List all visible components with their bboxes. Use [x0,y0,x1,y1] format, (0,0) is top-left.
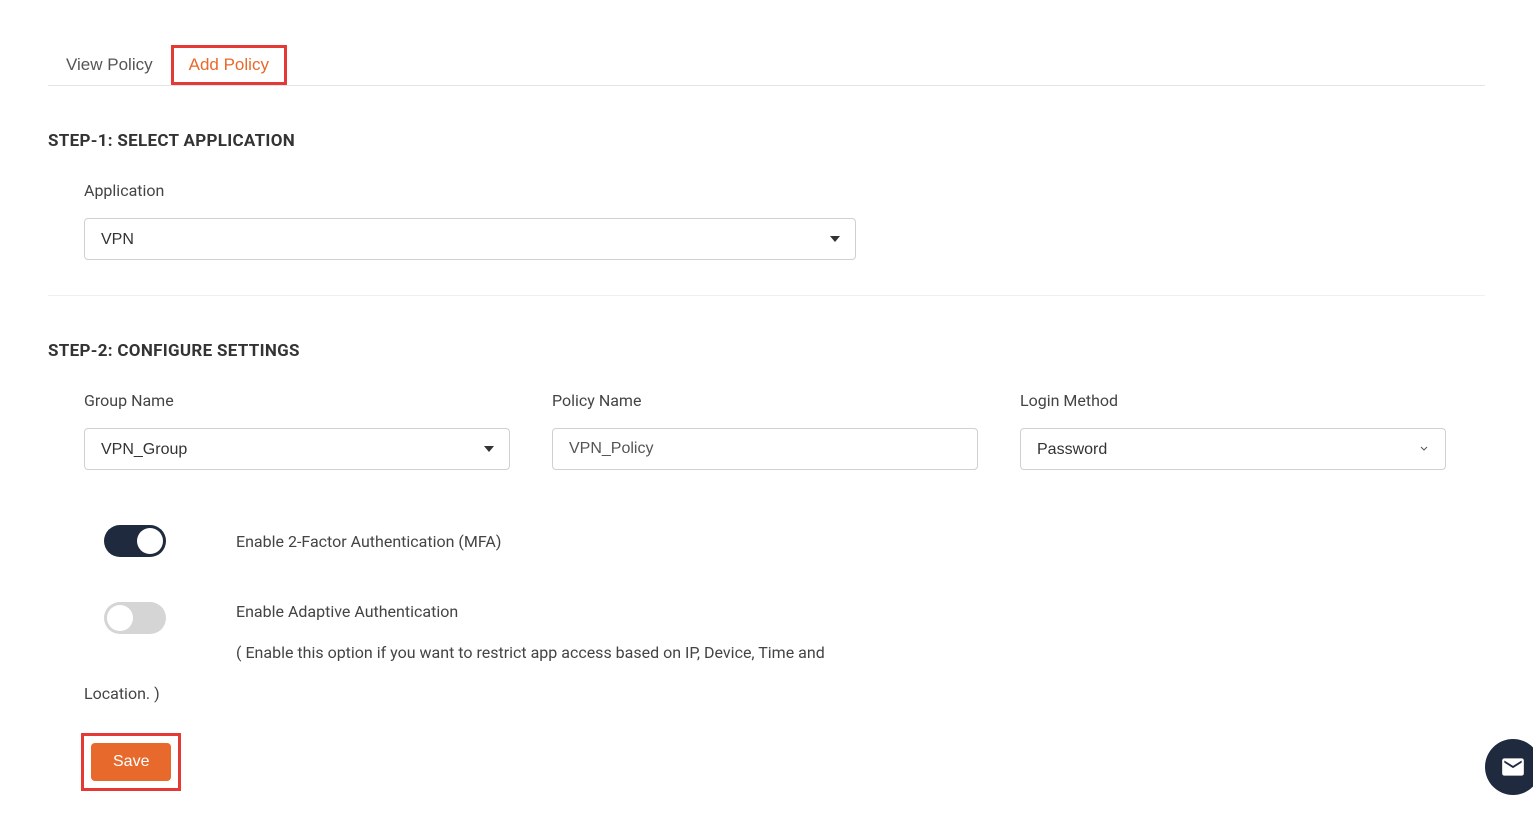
application-label: Application [84,181,1485,200]
mail-icon [1500,754,1526,780]
step-2-section: STEP-2: CONFIGURE SETTINGS Group Name VP… [48,341,1485,791]
login-method-col: Login Method Password [1020,391,1446,470]
application-field-group: Application VPN [48,181,1485,296]
group-name-select-wrapper: VPN_Group [84,428,510,470]
login-method-select-wrapper: Password [1020,428,1446,470]
policy-name-label: Policy Name [552,391,978,410]
group-name-col: Group Name VPN_Group [84,391,510,470]
mfa-toggle-row: Enable 2-Factor Authentication (MFA) [48,525,1485,557]
step-1-section: STEP-1: SELECT APPLICATION Application V… [48,131,1485,296]
adaptive-toggle[interactable] [104,602,166,634]
group-name-select[interactable]: VPN_Group [84,428,510,470]
policy-tabs: View Policy Add Policy [48,45,1485,86]
toggle-knob [137,528,163,554]
save-button[interactable]: Save [91,743,171,781]
adaptive-toggle-row: Enable Adaptive Authentication ( Enable … [84,602,1485,666]
tab-add-policy[interactable]: Add Policy [171,45,287,85]
adaptive-description-line2: Location. ) [84,684,1485,703]
step-2-heading: STEP-2: CONFIGURE SETTINGS [48,341,1485,361]
login-method-select[interactable]: Password [1020,428,1446,470]
application-select[interactable]: VPN [84,218,856,260]
step-1-heading: STEP-1: SELECT APPLICATION [48,131,1485,151]
policy-name-input[interactable] [552,428,978,470]
adaptive-group: Enable Adaptive Authentication ( Enable … [48,602,1485,791]
toggle-knob [107,605,133,631]
mfa-toggle[interactable] [104,525,166,557]
tab-view-policy[interactable]: View Policy [48,45,171,85]
application-select-wrapper: VPN [84,218,856,260]
settings-form-row: Group Name VPN_Group Policy Name Login M… [48,391,1485,470]
mfa-toggle-label: Enable 2-Factor Authentication (MFA) [236,532,501,551]
adaptive-description-line1: ( Enable this option if you want to rest… [236,639,825,666]
login-method-label: Login Method [1020,391,1446,410]
chat-bubble-button[interactable] [1485,739,1533,795]
adaptive-toggle-label: Enable Adaptive Authentication [236,602,825,621]
policy-name-col: Policy Name [552,391,978,470]
save-button-highlight: Save [81,733,181,791]
adaptive-text-block: Enable Adaptive Authentication ( Enable … [236,602,825,666]
group-name-label: Group Name [84,391,510,410]
policy-form-container: View Policy Add Policy STEP-1: SELECT AP… [0,0,1533,791]
